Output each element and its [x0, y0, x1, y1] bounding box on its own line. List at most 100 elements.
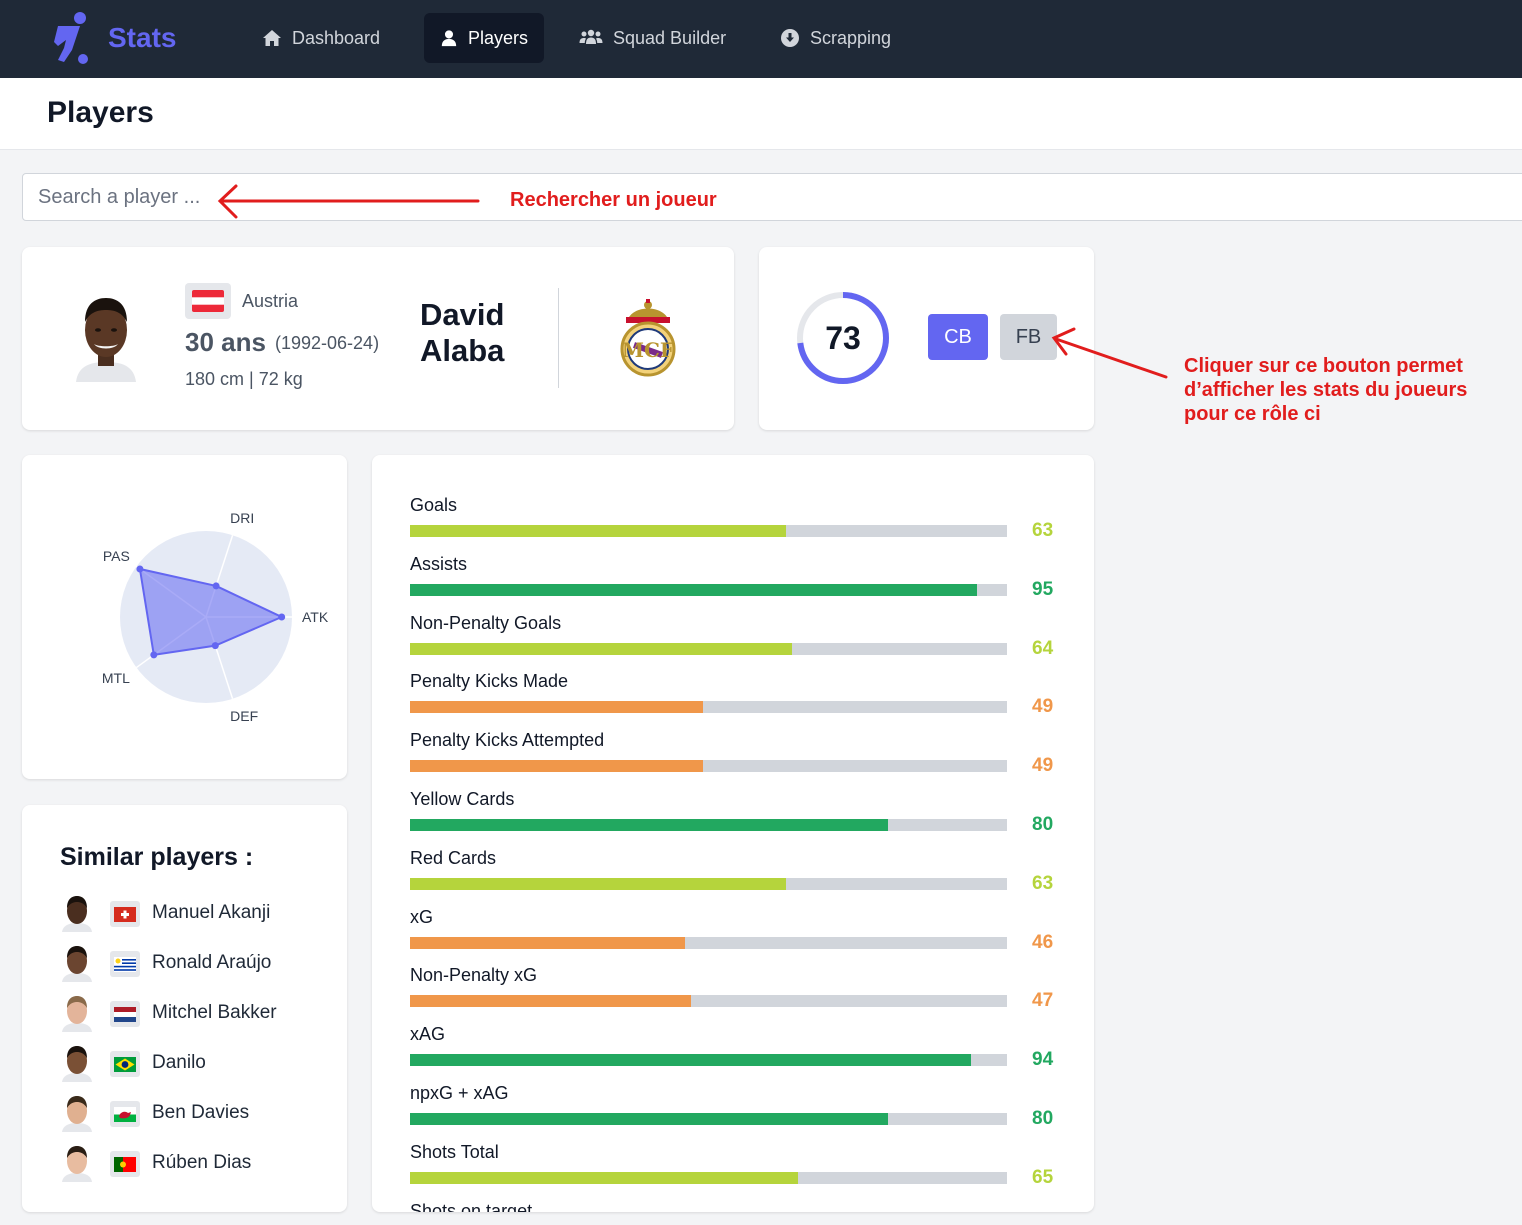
stat-bar-track	[410, 877, 1007, 890]
stat-row: npxG + xAG 80	[410, 1083, 1070, 1141]
stats-card: Goals 63 Assists 95 Non-Penalty Goals 64 Penal…	[372, 455, 1094, 1212]
stat-label: Goals	[410, 495, 458, 515]
stat-value: 49	[1032, 696, 1054, 718]
country-flag	[185, 283, 231, 319]
stat-row: Penalty Kicks Made 49	[410, 671, 1070, 729]
home-icon	[263, 30, 281, 46]
stat-row: Shots Total 65	[410, 1142, 1070, 1200]
similar-player-flag	[110, 901, 140, 927]
similar-player-name: Ben Davies	[152, 1102, 250, 1123]
wales-flag-icon	[114, 1106, 136, 1122]
player-body-stats: 180 cm | 72 kg	[185, 369, 303, 390]
nav-scrapping[interactable]: Scrapping	[764, 13, 907, 63]
similar-players-title: Similar players :	[60, 843, 254, 871]
radar-axis-label: MTL	[102, 670, 130, 686]
rating-value: 73	[825, 319, 861, 356]
stat-bar-fill	[410, 701, 703, 714]
stat-label: xAG	[410, 1024, 446, 1045]
stat-label: Yellow Cards	[410, 789, 515, 809]
radar-point	[211, 642, 219, 650]
attribute-radar-chart: DRI ATK DEF MTL PAS	[102, 510, 329, 724]
annotation-role-line3: pour ce rôle ci	[1184, 403, 1321, 425]
player-avatar	[62, 996, 92, 1032]
annotation-role-line2: d’afficher les stats du joueurs	[1184, 379, 1468, 401]
radar-axis-label: PAS	[103, 548, 130, 564]
nav-squad-builder[interactable]: Squad Builder	[563, 13, 742, 63]
annotation-role: Cliquer sur ce bouton permet d’afficher …	[1184, 354, 1504, 426]
role-fb-button[interactable]: FB	[1000, 314, 1057, 360]
similar-player-row[interactable]: Rúben Dias	[60, 1144, 330, 1184]
stat-label: Red Cards	[410, 847, 497, 868]
similar-players-card: Similar players : Manuel Akanji Ronald Ar…	[22, 805, 347, 1212]
similar-player-flag	[110, 951, 140, 977]
stat-value: 46	[1032, 931, 1054, 953]
similar-player-row[interactable]: Manuel Akanji	[60, 894, 330, 934]
stat-bar-track	[410, 995, 1007, 1008]
similar-player-name: Ronald Araújo	[152, 952, 272, 973]
similar-player-flag	[110, 1051, 140, 1077]
page-header: Players	[0, 78, 1522, 150]
stat-label: Assists	[410, 553, 468, 574]
stat-bar-track	[410, 525, 1007, 537]
similar-player-row[interactable]: Danilo	[60, 1044, 330, 1084]
stat-value: 80	[1032, 814, 1054, 835]
stats-logo-icon[interactable]	[50, 10, 94, 66]
stat-row: Yellow Cards 80	[410, 789, 1070, 847]
switzerland-flag-icon	[114, 906, 136, 922]
brazil-flag-icon	[114, 1056, 136, 1072]
stat-bar-track	[410, 760, 1007, 773]
stat-bar-fill	[410, 760, 703, 773]
stat-bar-track	[410, 642, 1007, 655]
radar-axis-label: DRI	[230, 510, 254, 526]
stat-bar-track	[410, 1113, 1007, 1125]
player-height: 180 cm	[185, 369, 245, 389]
role-cb-button[interactable]: CB	[928, 314, 988, 360]
stat-label: Non-Penalty xG	[410, 965, 538, 986]
stat-value: 65	[1032, 1166, 1054, 1188]
stat-row: Non-Penalty Goals 64	[410, 613, 1070, 671]
player-avatar	[62, 946, 92, 982]
nav-players[interactable]: Players	[424, 13, 544, 63]
player-weight: 72 kg	[258, 369, 303, 389]
radar-card: DRI ATK DEF MTL PAS	[22, 455, 347, 779]
stat-bar-track	[410, 819, 1007, 831]
stat-label: xG	[410, 906, 434, 927]
similar-player-flag	[110, 1101, 140, 1127]
stat-bar-fill	[410, 642, 793, 655]
stat-label: Penalty Kicks Made	[410, 671, 569, 692]
radar-point	[150, 651, 158, 659]
stat-bar-fill	[410, 877, 787, 890]
radar-axis-label: DEF	[230, 708, 258, 724]
stat-bar-fill	[410, 1054, 972, 1067]
similar-player-flag	[110, 1001, 140, 1027]
club-crest-icon: MCF	[620, 299, 676, 377]
annotation-role-line1: Cliquer sur ce bouton permet	[1184, 355, 1463, 377]
player-photo	[76, 298, 136, 382]
netherlands-flag-icon	[114, 1006, 136, 1022]
similar-player-row[interactable]: Ronald Araújo	[60, 944, 330, 984]
stat-row: Shots on target	[410, 1201, 1070, 1212]
stat-row: Penalty Kicks Attempted 49	[410, 730, 1070, 788]
nav-squad-builder-label: Squad Builder	[613, 27, 727, 48]
svg-text:MCF: MCF	[622, 338, 674, 362]
brand-name[interactable]: Stats	[108, 22, 176, 54]
stat-bar-track	[410, 1171, 1007, 1184]
radar-point	[136, 565, 144, 573]
player-country: Austria	[242, 291, 299, 311]
nav-players-label: Players	[467, 27, 528, 48]
stat-bar-fill	[410, 1113, 888, 1125]
player-search-input[interactable]	[22, 173, 1522, 221]
stat-value: 63	[1032, 872, 1054, 894]
similar-player-name: Rúben Dias	[152, 1152, 252, 1173]
stat-bar-fill	[410, 819, 888, 831]
stat-value: 49	[1032, 755, 1054, 777]
portugal-flag-icon	[114, 1156, 136, 1172]
similar-player-name: Manuel Akanji	[152, 902, 271, 923]
stat-row: xAG 94	[410, 1024, 1070, 1082]
similar-player-row[interactable]: Mitchel Bakker	[60, 994, 330, 1034]
similar-player-row[interactable]: Ben Davies	[60, 1094, 330, 1134]
stat-value: 95	[1032, 578, 1054, 600]
stat-bar-fill	[410, 1171, 799, 1184]
nav-dashboard-label: Dashboard	[292, 27, 381, 48]
nav-dashboard[interactable]: Dashboard	[246, 13, 396, 63]
